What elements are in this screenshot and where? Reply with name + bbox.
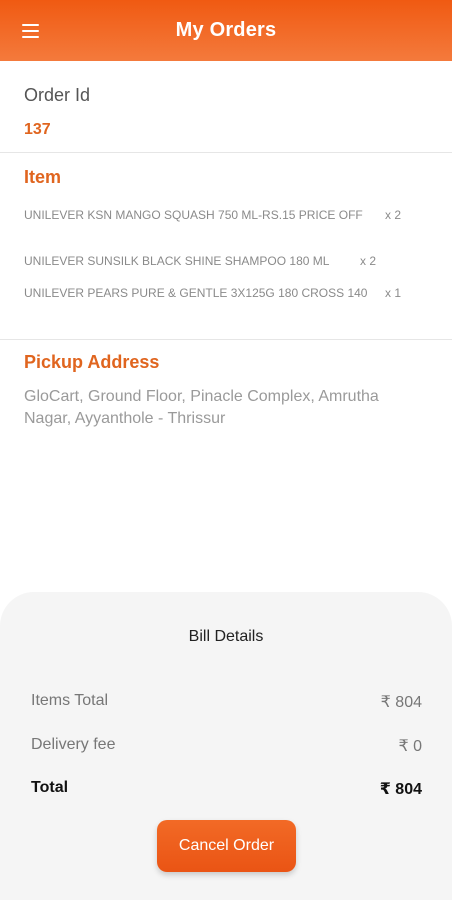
list-item: UNILEVER PEARS PURE & GENTLE 3X125G 180 … [24, 286, 409, 300]
delivery-fee-row: Delivery fee ₹ 0 [31, 736, 422, 756]
order-id-section: Order Id 137 [0, 61, 452, 153]
cancel-order-button[interactable]: Cancel Order [157, 820, 296, 872]
delivery-fee-label: Delivery fee [31, 736, 116, 753]
items-heading: Item [24, 167, 62, 187]
page-title: My Orders [175, 19, 277, 41]
app-bar: My Orders [0, 0, 452, 61]
total-row: Total ₹ 804 [31, 779, 422, 799]
pickup-address-section: Pickup Address GloCart, Ground Floor, Pi… [0, 340, 452, 440]
item-name: UNILEVER KSN MANGO SQUASH 750 ML-RS.15 P… [24, 208, 363, 222]
pickup-address-heading: Pickup Address [24, 352, 160, 372]
items-section: Item UNILEVER KSN MANGO SQUASH 750 ML-RS… [0, 153, 452, 340]
item-quantity: x 1 [384, 286, 401, 300]
pickup-address-text: GloCart, Ground Floor, Pinacle Complex, … [24, 388, 379, 427]
item-name: UNILEVER PEARS PURE & GENTLE 3X125G 180 … [24, 286, 368, 300]
item-quantity: x 2 [384, 208, 401, 222]
item-name: UNILEVER SUNSILK BLACK SHINE SHAMPOO 180… [24, 254, 330, 268]
item-quantity: x 2 [359, 254, 376, 268]
total-label: Total [31, 779, 69, 796]
list-item: UNILEVER KSN MANGO SQUASH 750 ML-RS.15 P… [24, 208, 409, 222]
bill-details-title: Bill Details [188, 628, 264, 645]
list-item: UNILEVER SUNSILK BLACK SHINE SHAMPOO 180… [24, 254, 409, 268]
items-total-label: Items Total [31, 692, 109, 709]
items-total-value: ₹ 804 [380, 694, 422, 711]
order-id-label: Order Id [24, 85, 91, 105]
hamburger-menu-icon[interactable] [22, 20, 48, 42]
delivery-fee-value: ₹ 0 [398, 738, 422, 755]
order-id-value: 137 [24, 121, 51, 138]
total-value: ₹ 804 [379, 781, 422, 798]
bill-details-card: Bill Details Items Total ₹ 804 Delivery … [0, 592, 452, 900]
items-total-row: Items Total ₹ 804 [31, 692, 422, 712]
